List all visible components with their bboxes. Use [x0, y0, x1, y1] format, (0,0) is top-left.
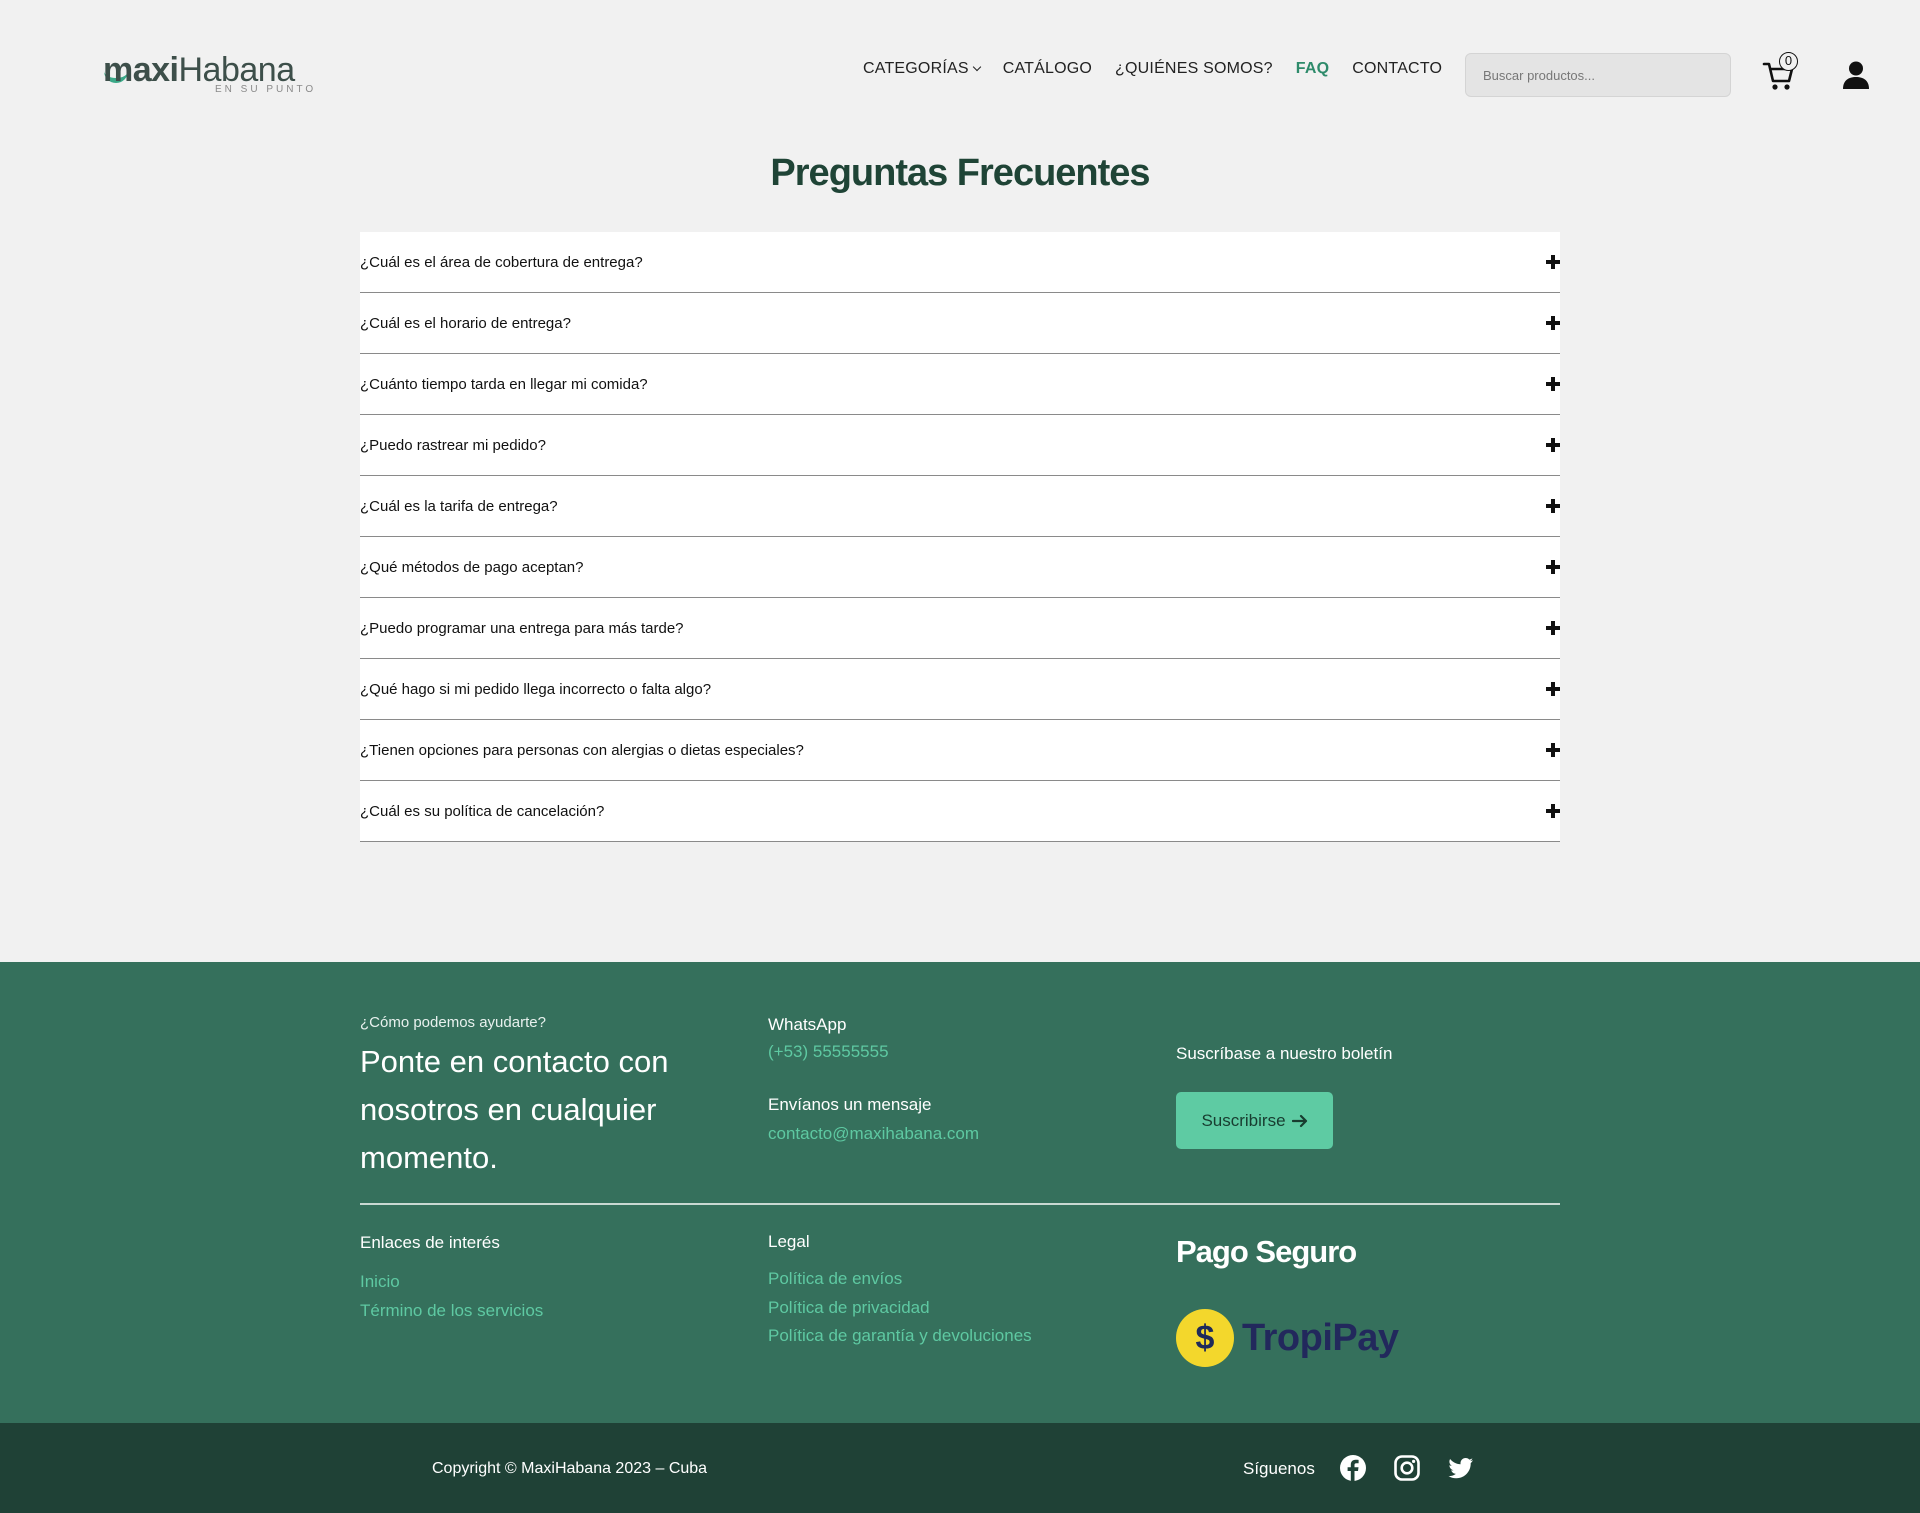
faq-question: ¿Cuánto tiempo tarda en llegar mi comida… [360, 375, 648, 393]
faq-item[interactable]: ¿Puedo rastrear mi pedido? [360, 415, 1560, 476]
whatsapp-link[interactable]: (+53) 55555555 [768, 1042, 889, 1062]
newsletter-label: Suscríbase a nuestro boletín [1176, 1044, 1393, 1063]
plus-icon[interactable] [1546, 621, 1560, 635]
contact-heading: Ponte en contacto con nosotros en cualqu… [360, 1044, 669, 1175]
user-account-button[interactable] [1841, 60, 1871, 90]
faq-item[interactable]: ¿Puedo programar una entrega para más ta… [360, 598, 1560, 659]
subscribe-button[interactable]: Suscribirse [1176, 1092, 1333, 1149]
faq-question: ¿Cuál es su política de cancelación? [360, 802, 605, 820]
plus-icon[interactable] [1546, 377, 1560, 391]
footer-divider [360, 1203, 1560, 1205]
instagram-icon[interactable] [1393, 1454, 1421, 1482]
legal-title: Legal [768, 1232, 810, 1251]
secure-payment-title: Pago Seguro [1176, 1234, 1357, 1269]
logo-tagline: EN SU PUNTO [215, 84, 317, 95]
links-title: Enlaces de interés [360, 1233, 500, 1252]
faq-question: ¿Cuál es el horario de entrega? [360, 314, 571, 332]
plus-icon[interactable] [1546, 560, 1560, 574]
cart-count-badge: 0 [1779, 52, 1798, 71]
tropipay-logo: $ TropiPay [1176, 1309, 1399, 1367]
help-label: ¿Cómo podemos ayudarte? [360, 1014, 546, 1031]
faq-item[interactable]: ¿Cuál es su política de cancelación? [360, 781, 1560, 842]
main-nav: CATEGORÍAS CATÁLOGO ¿QUIÉNES SOMOS? FAQ … [863, 60, 1465, 78]
search-input[interactable] [1465, 53, 1731, 97]
nav-item-contacto[interactable]: CONTACTO [1352, 60, 1442, 78]
faq-question: ¿Tienen opciones para personas con alerg… [360, 741, 804, 759]
message-label: Envíanos un mensaje [768, 1095, 932, 1114]
faq-question: ¿Cuál es la tarifa de entrega? [360, 497, 558, 515]
nav-item-label: ¿QUIÉNES SOMOS? [1115, 60, 1273, 77]
footer-link-terminos[interactable]: Término de los servicios [360, 1301, 543, 1321]
faq-item[interactable]: ¿Cuál es el área de cobertura de entrega… [360, 232, 1560, 293]
subscribe-button-label: Suscribirse [1201, 1110, 1286, 1130]
faq-accordion: ¿Cuál es el área de cobertura de entrega… [360, 232, 1560, 842]
arrow-right-icon [1291, 1114, 1307, 1127]
site-header: maxiHabana EN SU PUNTO CATEGORÍAS CATÁLO… [0, 0, 1920, 150]
footer-link-garantia[interactable]: Política de garantía y devoluciones [768, 1326, 1032, 1346]
footer-link-privacidad[interactable]: Política de privacidad [768, 1298, 930, 1318]
email-link[interactable]: contacto@maxihabana.com [768, 1124, 979, 1144]
footer-link-inicio[interactable]: Inicio [360, 1272, 400, 1292]
plus-icon[interactable] [1546, 438, 1560, 452]
plus-icon[interactable] [1546, 316, 1560, 330]
tropipay-wordmark: TropiPay [1242, 1316, 1399, 1359]
plus-icon[interactable] [1546, 255, 1560, 269]
logo-part1: maxi [103, 51, 179, 89]
nav-item-quienes-somos[interactable]: ¿QUIÉNES SOMOS? [1115, 60, 1273, 78]
user-icon [1843, 61, 1869, 89]
plus-icon[interactable] [1546, 804, 1560, 818]
twitter-icon[interactable] [1447, 1454, 1475, 1482]
faq-question: ¿Cuál es el área de cobertura de entrega… [360, 253, 643, 271]
faq-item[interactable]: ¿Cuál es la tarifa de entrega? [360, 476, 1560, 537]
nav-item-categorias[interactable]: CATEGORÍAS [863, 60, 981, 78]
faq-question: ¿Qué hago si mi pedido llega incorrecto … [360, 680, 712, 698]
footer-link-envios[interactable]: Política de envíos [768, 1269, 902, 1289]
nav-item-catalogo[interactable]: CATÁLOGO [1003, 60, 1092, 78]
plus-icon[interactable] [1546, 682, 1560, 696]
nav-item-label: CATEGORÍAS [863, 60, 969, 77]
site-footer: ¿Cómo podemos ayudarte? Ponte en contact… [0, 962, 1920, 1423]
follow-label: Síguenos [1243, 1459, 1315, 1478]
faq-question: ¿Qué métodos de pago aceptan? [360, 558, 584, 576]
facebook-icon[interactable] [1339, 1454, 1367, 1482]
plus-icon[interactable] [1546, 743, 1560, 757]
cart-button[interactable]: 0 [1762, 52, 1798, 92]
faq-item[interactable]: ¿Qué métodos de pago aceptan? [360, 537, 1560, 598]
faq-item[interactable]: ¿Cuál es el horario de entrega? [360, 293, 1560, 354]
faq-question: ¿Puedo programar una entrega para más ta… [360, 619, 684, 637]
copyright-text: Copyright © MaxiHabana 2023 – Cuba [432, 1460, 708, 1477]
nav-item-label: FAQ [1295, 60, 1330, 77]
plus-icon[interactable] [1546, 499, 1560, 513]
chevron-down-icon [972, 62, 981, 72]
nav-item-faq[interactable]: FAQ [1296, 60, 1330, 78]
nav-item-label: CONTACTO [1352, 60, 1443, 77]
page-title: Preguntas Frecuentes [770, 152, 1150, 194]
whatsapp-label: WhatsApp [768, 1015, 847, 1034]
bottom-bar: Copyright © MaxiHabana 2023 – Cuba Sígue… [0, 1423, 1920, 1513]
dollar-coin-icon: $ [1176, 1309, 1234, 1367]
faq-item[interactable]: ¿Cuánto tiempo tarda en llegar mi comida… [360, 354, 1560, 415]
nav-item-label: CATÁLOGO [1002, 60, 1093, 77]
logo[interactable]: maxiHabana EN SU PUNTO [103, 50, 313, 100]
faq-question: ¿Puedo rastrear mi pedido? [360, 436, 546, 454]
faq-item[interactable]: ¿Qué hago si mi pedido llega incorrecto … [360, 659, 1560, 720]
faq-item[interactable]: ¿Tienen opciones para personas con alerg… [360, 720, 1560, 781]
